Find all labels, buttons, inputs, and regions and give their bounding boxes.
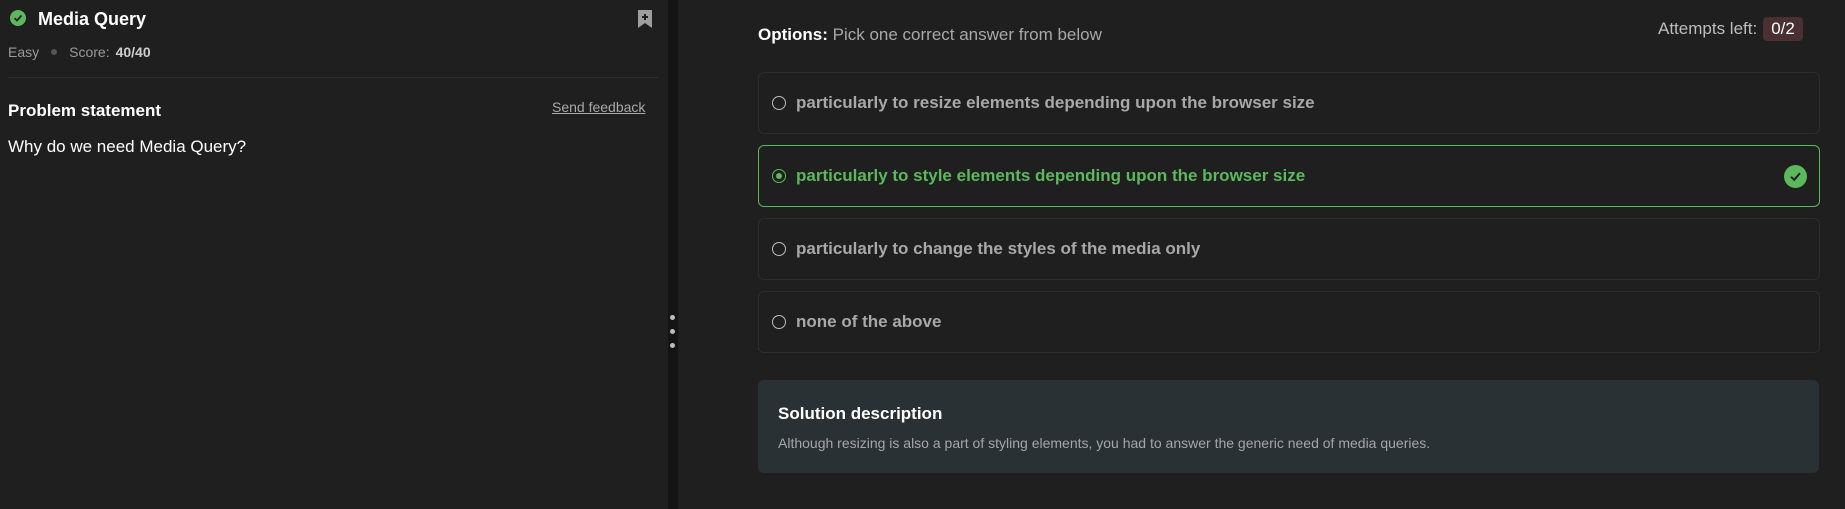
drag-handle-icon[interactable] bbox=[670, 315, 676, 355]
options-heading: Options: Pick one correct answer from be… bbox=[758, 25, 1102, 45]
check-circle-icon bbox=[1784, 165, 1807, 188]
option-label: none of the above bbox=[796, 312, 942, 331]
radio-button[interactable] bbox=[772, 96, 786, 110]
attempts-label: Attempts left: bbox=[1658, 19, 1758, 38]
problem-panel: Media Query Easy Score: 40/40 Problem st… bbox=[0, 0, 668, 509]
solution-box: Solution description Although resizing i… bbox=[758, 380, 1819, 473]
score-value: 40/40 bbox=[115, 44, 151, 60]
panel-resizer[interactable] bbox=[668, 0, 678, 509]
attempts-left: Attempts left: 0/2 bbox=[1658, 17, 1803, 41]
radio-button[interactable] bbox=[772, 315, 786, 329]
solution-text: Although resizing is also a part of styl… bbox=[778, 435, 1431, 451]
score-label: Score: bbox=[69, 44, 110, 60]
bookmark-add-icon[interactable] bbox=[636, 9, 654, 29]
radio-button[interactable] bbox=[772, 242, 786, 256]
answer-option-correct[interactable]: particularly to style elements depending… bbox=[758, 145, 1820, 207]
problem-title: Media Query bbox=[38, 9, 147, 29]
solution-title: Solution description bbox=[778, 404, 943, 423]
option-label: particularly to style elements depending… bbox=[796, 166, 1306, 185]
question-text: Why do we need Media Query? bbox=[8, 137, 247, 156]
options-panel: Options: Pick one correct answer from be… bbox=[678, 0, 1845, 509]
problem-statement-heading: Problem statement bbox=[8, 101, 162, 120]
problem-meta: Easy Score: 40/40 bbox=[8, 44, 151, 60]
send-feedback-link[interactable]: Send feedback bbox=[552, 99, 645, 115]
difficulty-label: Easy bbox=[8, 44, 40, 60]
radio-button-selected[interactable] bbox=[772, 169, 786, 183]
check-circle-icon bbox=[10, 10, 26, 26]
divider-line bbox=[8, 77, 658, 78]
separator-dot bbox=[51, 49, 58, 55]
attempts-badge: 0/2 bbox=[1763, 17, 1803, 41]
option-label: particularly to change the styles of the… bbox=[796, 239, 1201, 258]
options-heading-text: Pick one correct answer from below bbox=[832, 25, 1102, 44]
answer-option[interactable]: particularly to change the styles of the… bbox=[758, 218, 1820, 280]
option-label: particularly to resize elements dependin… bbox=[796, 93, 1315, 112]
answer-option[interactable]: particularly to resize elements dependin… bbox=[758, 72, 1820, 134]
answer-option[interactable]: none of the above bbox=[758, 291, 1820, 353]
options-heading-bold: Options: bbox=[758, 25, 828, 44]
